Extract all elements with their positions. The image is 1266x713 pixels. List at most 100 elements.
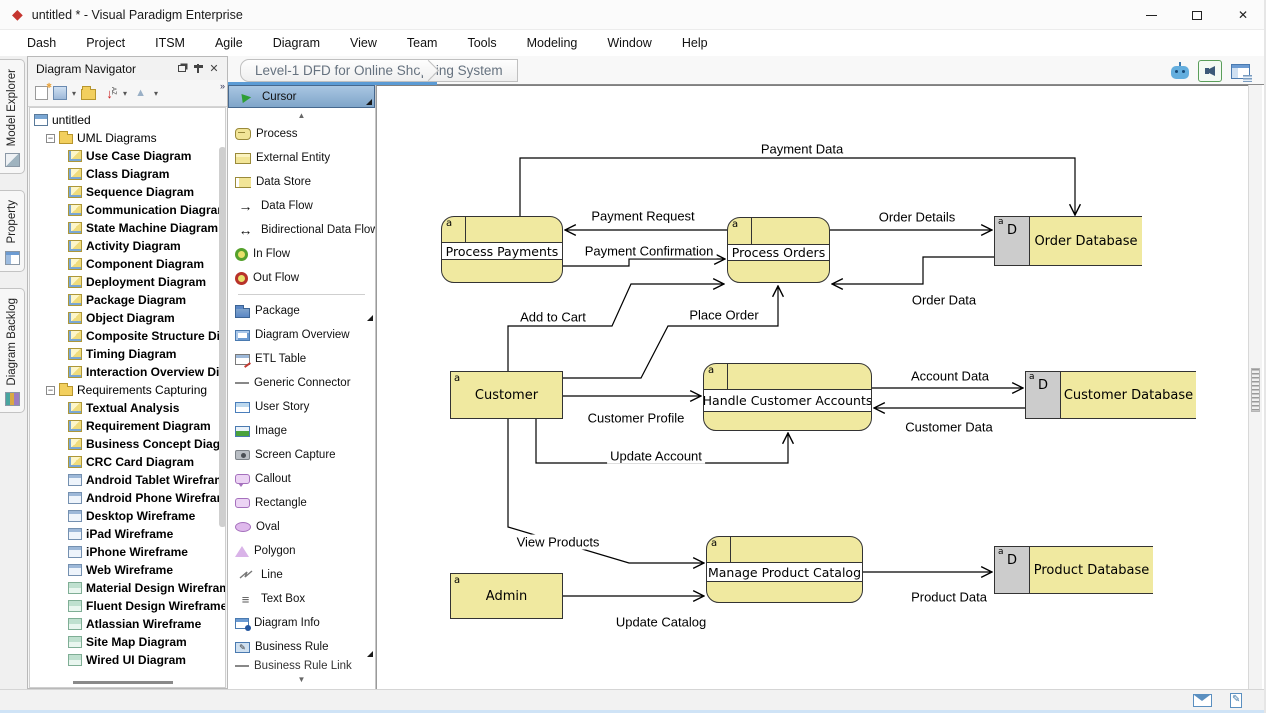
tree-item-activity-diagram[interactable]: Activity Diagram [30,237,225,255]
tree-item-untitled[interactable]: untitled [30,111,225,129]
menu-tools[interactable]: Tools [452,36,511,50]
tool-diagram-info[interactable]: Diagram Info [228,611,375,635]
view-products-label[interactable]: View Products [514,535,603,550]
payment-confirmation-flow[interactable] [563,259,725,266]
sort-dropdown-icon[interactable]: ▾ [123,89,127,98]
tree-item-requirement-diagram[interactable]: Requirement Diagram [30,417,225,435]
customer-data-label[interactable]: Customer Data [902,420,995,435]
toolbar-overflow-icon[interactable]: » [220,81,225,91]
tool-rectangle[interactable]: Rectangle [228,491,375,515]
tool-etl-table[interactable]: ETL Table [228,347,375,371]
breadcrumb[interactable]: Level-1 DFD for Online Shopping System [240,59,518,82]
new-diagram-icon[interactable] [35,86,48,100]
tree-item-android-tablet-wireframe[interactable]: Android Tablet Wireframe [30,471,225,489]
tree-item-use-case-diagram[interactable]: Use Case Diagram [30,147,225,165]
menu-diagram[interactable]: Diagram [258,36,335,50]
tool-package[interactable]: Package [228,299,375,323]
menu-team[interactable]: Team [392,36,453,50]
tree-item-atlassian-wireframe[interactable]: Atlassian Wireframe [30,615,225,633]
tool-screen-capture[interactable]: Screen Capture [228,443,375,467]
canvas-vertical-scrollbar[interactable] [1248,85,1262,689]
announcement-button[interactable] [1198,60,1222,82]
expander-icon[interactable]: − [46,134,55,143]
tool-data-flow[interactable]: →Data Flow [228,194,375,218]
tree-item-textual-analysis[interactable]: Textual Analysis [30,399,225,417]
payment-data-label[interactable]: Payment Data [758,142,846,157]
product-data-label[interactable]: Product Data [908,590,990,605]
expander-icon[interactable]: − [46,386,55,395]
order-data-label[interactable]: Order Data [909,293,979,308]
tool-oval[interactable]: Oval [228,515,375,539]
tool-business-rule[interactable]: ✎Business Rule [228,635,375,659]
minimize-button[interactable] [1128,0,1174,30]
tool-business-rule-link[interactable]: Business Rule Link [228,659,375,672]
tool-diagram-overview[interactable]: Diagram Overview [228,323,375,347]
tree-item-material-design-wireframe[interactable]: Material Design Wireframe [30,579,225,597]
tool-cursor[interactable]: ▶Cursor [228,85,375,108]
tool-bidirectional-data-flow[interactable]: ↔Bidirectional Data Flow [228,218,375,242]
tool-out-flow[interactable]: Out Flow [228,266,375,290]
payment-confirmation-label[interactable]: Payment Confirmation [582,244,717,259]
diagram-group-dropdown-icon[interactable]: ▾ [72,89,76,98]
tree-item-wired-ui-diagram[interactable]: Wired UI Diagram [30,651,225,669]
close-button[interactable]: ✕ [1220,0,1266,30]
side-tab-model-explorer[interactable]: Model Explorer [0,59,25,174]
tree-item-package-diagram[interactable]: Package Diagram [30,291,225,309]
tree-item-composite-structure-diagram[interactable]: Composite Structure Diagram [30,327,225,345]
panel-layout-icon[interactable] [1231,64,1250,79]
scrollbar-thumb[interactable] [1251,368,1260,412]
palette-scroll-up-icon[interactable]: ▲ [228,108,375,122]
menu-project[interactable]: Project [71,36,140,50]
float-panel-button[interactable] [174,62,190,76]
tree-item-uml-diagrams[interactable]: −UML Diagrams [30,129,225,147]
diagram-group-icon[interactable] [53,86,67,100]
palette-scroll-down-icon[interactable]: ▼ [228,672,375,686]
tool-generic-connector[interactable]: Generic Connector [228,371,375,395]
customer-database[interactable]: aDCustomer Database [1025,371,1196,419]
tree-item-class-diagram[interactable]: Class Diagram [30,165,225,183]
place-order-label[interactable]: Place Order [686,308,761,323]
tree-item-requirements-capturing[interactable]: −Requirements Capturing [30,381,225,399]
tree-item-site-map-diagram[interactable]: Site Map Diagram [30,633,225,651]
close-panel-button[interactable]: ✕ [206,62,222,76]
menu-window[interactable]: Window [592,36,666,50]
menu-agile[interactable]: Agile [200,36,258,50]
tool-process[interactable]: Process [228,122,375,146]
payment-request-label[interactable]: Payment Request [588,209,697,224]
process-orders[interactable]: aProcess Orders [727,217,830,283]
menu-modeling[interactable]: Modeling [512,36,593,50]
order-details-label[interactable]: Order Details [876,210,959,225]
tool-image[interactable]: Image [228,419,375,443]
collapse-icon[interactable]: ▲ [132,86,149,101]
tool-text-box[interactable]: ≡Text Box [228,587,375,611]
manage-product-catalog[interactable]: aManage Product Catalog [706,536,863,603]
tool-in-flow[interactable]: In Flow [228,242,375,266]
collapse-dropdown-icon[interactable]: ▾ [154,89,158,98]
side-tab-diagram-backlog[interactable]: Diagram Backlog [0,288,25,414]
tree-item-state-machine-diagram[interactable]: State Machine Diagram [30,219,225,237]
customer-profile-label[interactable]: Customer Profile [585,411,688,426]
add-to-cart-label[interactable]: Add to Cart [517,310,589,325]
tree-item-object-diagram[interactable]: Object Diagram [30,309,225,327]
maximize-button[interactable] [1174,0,1220,30]
tool-data-store[interactable]: Data Store [228,170,375,194]
tree-item-component-diagram[interactable]: Component Diagram [30,255,225,273]
navigator-vertical-scrollbar[interactable] [219,147,226,527]
side-tab-property[interactable]: Property [0,190,25,271]
tool-polygon[interactable]: Polygon [228,539,375,563]
tree-item-web-wireframe[interactable]: Web Wireframe [30,561,225,579]
diagram-canvas[interactable]: aProcess PaymentsaProcess OrdersaDOrder … [376,85,1248,689]
tree-item-ipad-wireframe[interactable]: iPad Wireframe [30,525,225,543]
tree-item-desktop-wireframe[interactable]: Desktop Wireframe [30,507,225,525]
tree-item-android-phone-wireframe[interactable]: Android Phone Wireframe [30,489,225,507]
tree-item-iphone-wireframe[interactable]: iPhone Wireframe [30,543,225,561]
robot-assistant-icon[interactable] [1171,66,1189,79]
process-payments[interactable]: aProcess Payments [441,216,563,283]
tree-item-crc-card-diagram[interactable]: CRC Card Diagram [30,453,225,471]
tool-user-story[interactable]: User Story [228,395,375,419]
add-to-cart-flow[interactable] [508,284,724,371]
tree-item-sequence-diagram[interactable]: Sequence Diagram [30,183,225,201]
tree-item-interaction-overview-diagram[interactable]: Interaction Overview Diagram [30,363,225,381]
tree-item-business-concept-diagram[interactable]: Business Concept Diagram [30,435,225,453]
customer[interactable]: aCustomer [450,371,563,419]
